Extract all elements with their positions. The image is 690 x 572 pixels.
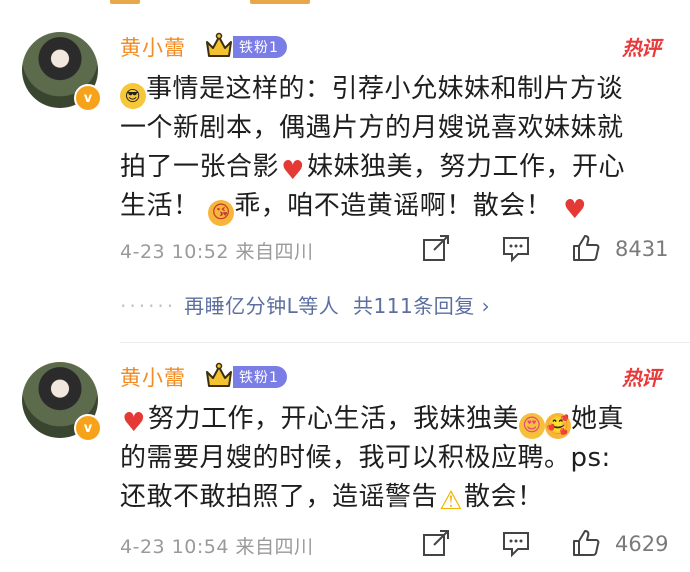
red-heart-icon: ♥ <box>281 156 305 186</box>
comment-meta: 4-23 10:52 来自四川 <box>120 237 313 264</box>
comment-source: 来自四川 <box>235 536 314 558</box>
verified-badge: v <box>74 414 102 442</box>
comment-actions: 4629 <box>420 527 680 567</box>
comment-text: 😎 事情是这样的：引荐小允妹妹和制片方谈 一个新剧本，偶遇片方的月嫂说喜欢妹妹就 … <box>120 70 676 226</box>
text-line: 散会！ <box>464 482 544 512</box>
comment-icon <box>503 532 529 558</box>
chevron-right-icon: › <box>481 294 491 318</box>
text-line: 妹妹独美，努力工作，开心 <box>307 152 626 182</box>
comment-button[interactable] <box>500 232 532 268</box>
comment-source: 来自四川 <box>235 241 314 263</box>
divider <box>120 342 690 343</box>
text-line: 努力工作，开心生活，我妹独美 <box>148 404 520 434</box>
repost-icon <box>423 235 449 261</box>
dots-separator: ······ <box>120 294 177 318</box>
verified-badge: v <box>74 84 102 112</box>
username[interactable]: 黄小蕾 <box>120 32 186 62</box>
avatar[interactable]: v <box>22 32 102 112</box>
repost-icon <box>423 530 449 556</box>
repost-button[interactable] <box>420 232 452 268</box>
reply-count: 共111条回复 <box>353 294 475 318</box>
hot-comment-badge: 热评 <box>622 36 661 60</box>
like-button[interactable] <box>570 527 602 563</box>
avatar[interactable]: v <box>22 362 102 442</box>
hot-comment-badge: 热评 <box>622 366 661 390</box>
replies-link[interactable]: ······ 再睡亿分钟L等人 共111条回复 › <box>120 290 490 319</box>
thumbs-up-icon <box>573 235 600 261</box>
comment-meta: 4-23 10:54 来自四川 <box>120 532 313 559</box>
text-line: 乖，咱不造黄谣啊！散会！ <box>234 191 553 221</box>
comment-icon <box>503 237 529 263</box>
comment-actions: 8431 <box>420 232 680 272</box>
like-count: 4629 <box>615 532 669 556</box>
crown-icon <box>206 362 232 387</box>
fan-badge[interactable]: 铁粉1 <box>233 366 287 388</box>
sunglasses-emoji-icon: 😎 <box>120 83 146 109</box>
reply-users: 再睡亿分钟L等人 <box>184 294 340 318</box>
comment-time: 4-23 10:52 <box>120 241 229 263</box>
crown-icon <box>206 32 232 57</box>
username[interactable]: 黄小蕾 <box>120 362 186 392</box>
heart-eyes-emoji-icon: 😍 <box>519 413 546 439</box>
comment-time: 4-23 10:54 <box>120 536 229 558</box>
thumbs-up-icon <box>573 530 600 556</box>
comment-text: ♥努力工作，开心生活，我妹独美 😍 🥰她真 的需要月嫂的时候，我可以积极应聘。ps:… <box>120 400 676 517</box>
repost-button[interactable] <box>420 527 452 563</box>
text-line: 一个新剧本，偶遇片方的月嫂说喜欢妹妹就 <box>120 113 624 143</box>
text-line: 拍了一张合影 <box>120 152 280 182</box>
text-line: 生活！ <box>120 191 200 221</box>
red-heart-icon: ♥ <box>122 408 146 438</box>
red-heart-icon: ♥ <box>563 195 587 225</box>
comment-button[interactable] <box>500 527 532 563</box>
comment-item: v 黄小蕾 铁粉1 热评 😎 事情是这样的：引荐小允妹妹和制片方谈 一个新剧本，偶… <box>0 22 690 343</box>
text-line: 还敢不敢拍照了，造谣警告 <box>120 482 439 512</box>
warning-icon: ⚠ <box>439 486 463 516</box>
top-accent-bar <box>0 0 690 6</box>
like-button[interactable] <box>570 232 602 268</box>
text-line: 她真 <box>571 404 625 434</box>
text-line: 的需要月嫂的时候，我可以积极应聘。ps: <box>120 443 611 473</box>
like-count: 8431 <box>615 237 669 261</box>
smiling-hearts-emoji-icon: 🥰 <box>545 413 572 439</box>
blowing-kiss-emoji-icon: 😘 <box>208 200 235 226</box>
comment-item: v 黄小蕾 铁粉1 热评 ♥努力工作，开心生活，我妹独美 😍 🥰她真 的需要月嫂的时… <box>0 352 690 572</box>
fan-badge[interactable]: 铁粉1 <box>233 36 287 58</box>
text-line: 事情是这样的：引荐小允妹妹和制片方谈 <box>146 74 624 104</box>
